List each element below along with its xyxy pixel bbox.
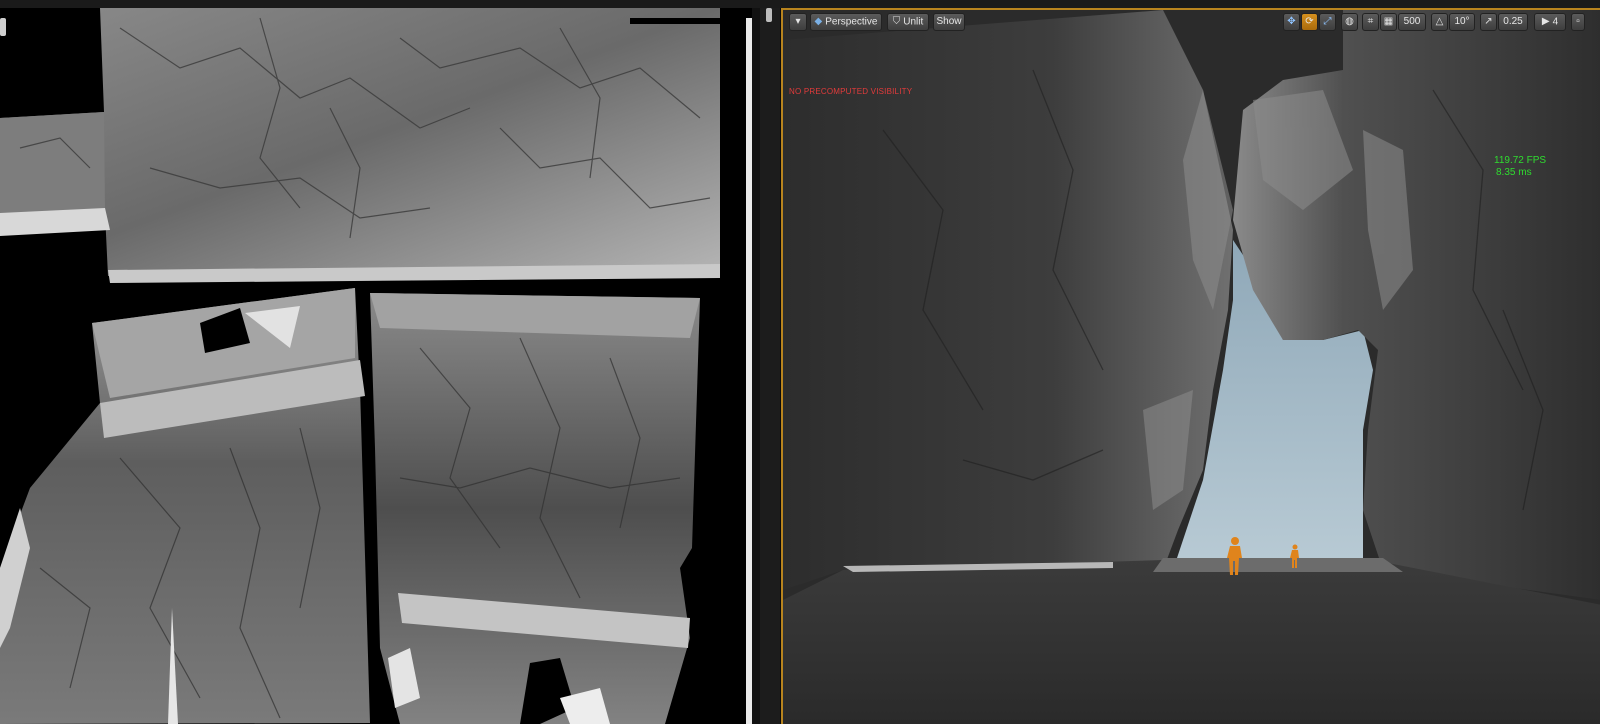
view-mode-button[interactable]: ⛉ Unlit	[887, 13, 929, 31]
world-local-toggle[interactable]: ◍	[1341, 13, 1358, 31]
panel-splitter[interactable]	[760, 8, 780, 724]
level-viewport[interactable]: ▾ ◆ Perspective ⛉ Unlit Show ✥ ⟳ ⤢ ◍ ⌗ ▦ 5…	[781, 8, 1600, 724]
splitter-grip-icon[interactable]	[766, 8, 772, 22]
rotate-mode-button[interactable]: ⟳	[1301, 13, 1318, 31]
precomputed-visibility-warning: NO PRECOMPUTED VISIBILITY	[789, 87, 913, 96]
angle-icon: △	[1435, 16, 1444, 27]
rock-texture-atlas	[0, 8, 760, 724]
rotation-snap-value[interactable]: 10°	[1449, 13, 1475, 31]
scale-snap-toggle[interactable]: ↗	[1480, 13, 1497, 31]
texture-viewer-panel	[0, 8, 760, 724]
maximize-viewport-button[interactable]: ▫	[1571, 13, 1585, 31]
camera-speed-button[interactable]: ▶ 4	[1534, 13, 1566, 31]
surface-snap-button[interactable]: ⌗	[1362, 13, 1379, 31]
scale-arrow-icon: ↗	[1484, 16, 1493, 27]
grid-snap-value[interactable]: 500	[1398, 13, 1426, 31]
frame-time-readout: 8.35 ms	[1496, 167, 1532, 178]
scale-icon: ⤢	[1323, 16, 1332, 27]
maximize-icon: ▫	[1576, 16, 1580, 27]
move-icon: ✥	[1287, 16, 1296, 27]
scale-mode-button[interactable]: ⤢	[1319, 13, 1336, 31]
viewport-options-button[interactable]: ▾	[789, 13, 807, 31]
fps-stats: 119.72 FPS 8.35 ms	[1494, 155, 1546, 179]
chevron-down-icon: ▾	[795, 16, 801, 27]
fps-readout: 119.72 FPS	[1494, 155, 1547, 166]
perspective-button[interactable]: ◆ Perspective	[810, 13, 882, 31]
scale-snap-value[interactable]: 0.25	[1498, 13, 1528, 31]
top-strip	[0, 0, 1600, 8]
rotation-snap-toggle[interactable]: △	[1431, 13, 1448, 31]
panel-tab-handle[interactable]	[0, 18, 6, 36]
grid-icon: ▦	[1383, 16, 1394, 27]
grid-snap-toggle[interactable]: ▦	[1380, 13, 1397, 31]
perspective-icon: ◆	[814, 16, 823, 27]
translate-mode-button[interactable]: ✥	[1283, 13, 1300, 31]
viewport-toolbar: ▾ ◆ Perspective ⛉ Unlit Show ✥ ⟳ ⤢ ◍ ⌗ ▦ 5…	[783, 10, 1600, 36]
globe-icon: ◍	[1345, 16, 1354, 27]
cave-scene-render	[783, 10, 1600, 724]
surface-snap-icon: ⌗	[1367, 16, 1374, 27]
camera-icon: ▶	[1541, 16, 1550, 27]
rotate-icon: ⟳	[1305, 16, 1314, 27]
shield-icon: ⛉	[892, 16, 901, 27]
show-button[interactable]: Show	[933, 13, 965, 31]
